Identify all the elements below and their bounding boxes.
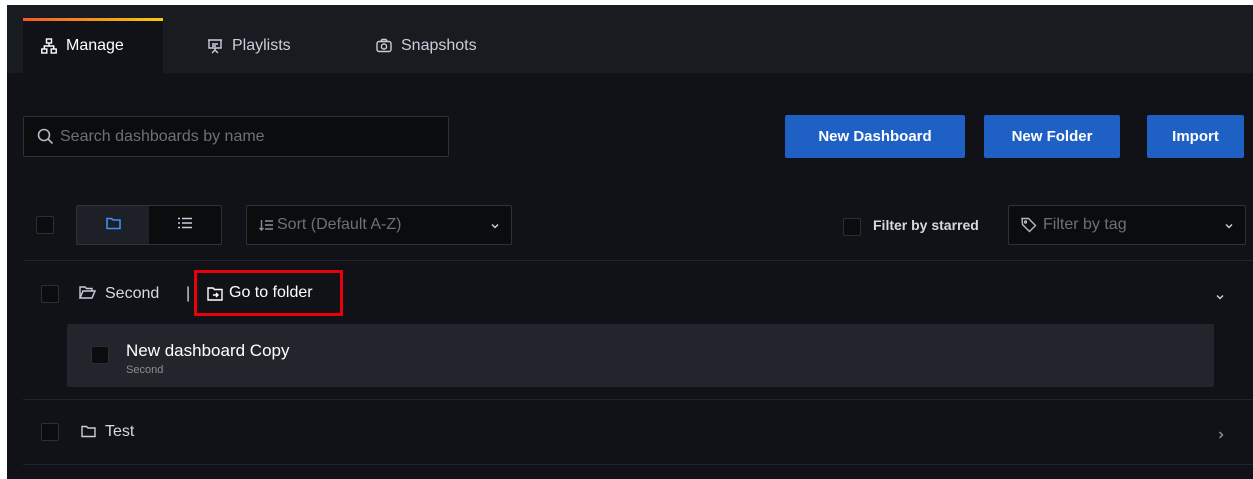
camera-icon <box>376 38 392 54</box>
title-separator: | <box>186 285 191 302</box>
filter-tag-placeholder: Filter by tag <box>1043 216 1127 233</box>
folder-goto-icon <box>207 286 223 301</box>
chevron-down-icon <box>1224 218 1234 236</box>
tab-label: Manage <box>66 36 124 54</box>
select-all-checkbox[interactable] <box>36 216 54 234</box>
tab-playlists[interactable]: Playlists <box>207 18 291 73</box>
search-box <box>23 116 449 157</box>
filter-starred-checkbox[interactable] <box>843 218 861 236</box>
dashboard-folder-name: Second <box>126 364 164 376</box>
search-input[interactable] <box>58 126 442 147</box>
folder-checkbox[interactable] <box>41 285 59 303</box>
folder-icon <box>81 424 96 443</box>
presentation-icon <box>207 38 223 54</box>
go-to-folder-label: Go to folder <box>229 284 313 301</box>
filter-starred-label[interactable]: Filter by starred <box>873 217 979 233</box>
new-folder-button[interactable]: New Folder <box>984 115 1120 158</box>
divider <box>23 464 1253 465</box>
layout-switch <box>76 205 222 245</box>
list-icon <box>178 216 192 234</box>
tab-manage[interactable]: Manage <box>23 18 163 73</box>
chevron-right-icon <box>1216 427 1226 445</box>
divider <box>23 399 1253 400</box>
dashboard-manager: Manage Playlists Snapshots Search dashbo… <box>7 5 1253 479</box>
divider <box>23 260 1253 261</box>
dashboard-title[interactable]: New dashboard Copy <box>126 341 289 361</box>
filter-by-tag-select[interactable]: Filter by tag <box>1008 205 1246 245</box>
dashboard-checkbox[interactable] <box>91 346 109 364</box>
dashboard-list-item[interactable]: New dashboard Copy Second <box>67 324 1214 387</box>
chevron-down-icon <box>1215 289 1225 307</box>
folder-icon <box>105 216 121 235</box>
list-view-button[interactable] <box>149 206 221 244</box>
sort-select[interactable]: Sort (Default A-Z) <box>246 205 512 245</box>
folder-view-button[interactable] <box>77 206 149 244</box>
tab-label: Snapshots <box>401 36 477 54</box>
folder-open-icon <box>78 285 97 305</box>
tag-icon <box>1021 217 1037 233</box>
import-button[interactable]: Import <box>1147 115 1244 158</box>
sort-label: Sort (Default A-Z) <box>277 216 402 233</box>
folder-title: Second <box>105 285 160 302</box>
chevron-down-icon <box>490 218 500 236</box>
folder-checkbox[interactable] <box>41 423 59 441</box>
tab-label: Playlists <box>232 36 291 54</box>
new-dashboard-button[interactable]: New Dashboard <box>785 115 965 158</box>
folder-row-test[interactable]: Test <box>23 404 1253 459</box>
tab-bar: Manage Playlists Snapshots <box>7 5 1253 73</box>
tab-snapshots[interactable]: Snapshots <box>376 18 477 73</box>
sort-icon <box>259 219 273 231</box>
sitemap-icon <box>41 37 57 54</box>
search-icon <box>37 128 54 145</box>
folder-title: Test <box>105 423 135 440</box>
go-to-folder-link[interactable]: Go to folder <box>194 270 343 316</box>
